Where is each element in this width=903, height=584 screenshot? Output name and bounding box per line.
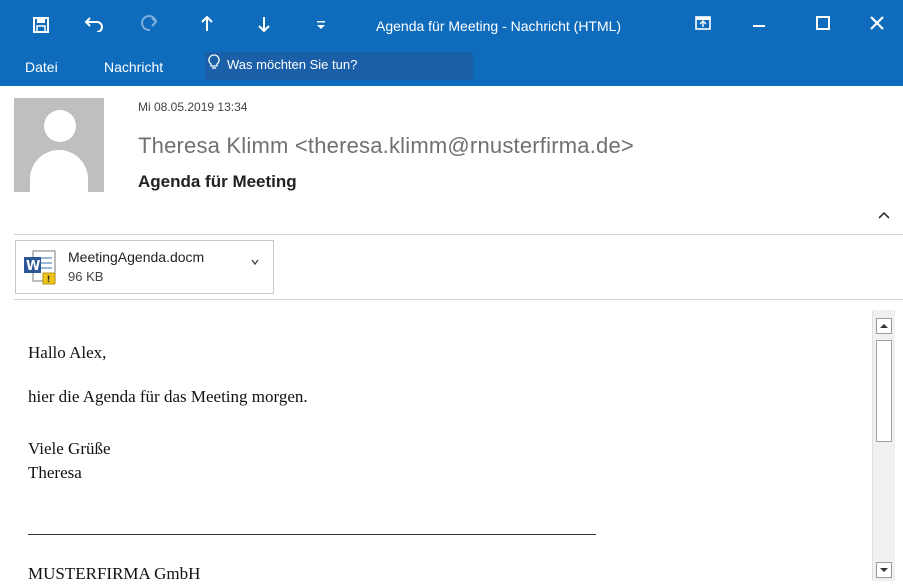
message-subject: Agenda für Meeting — [138, 172, 297, 191]
title-bar: Agenda für Meeting - Nachricht (HTML) — [0, 0, 903, 52]
body-scrollbar[interactable] — [872, 310, 895, 581]
collapse-header-icon[interactable] — [877, 207, 891, 225]
window-title: Agenda für Meeting - Nachricht (HTML) — [376, 18, 622, 34]
down-arrow-icon[interactable] — [253, 15, 275, 36]
maximize-icon[interactable] — [812, 14, 834, 35]
minimize-icon[interactable] — [748, 14, 770, 35]
svg-text:W: W — [26, 259, 40, 274]
undo-icon[interactable] — [83, 14, 105, 35]
body-company: MUSTERFIRMA GmbH — [28, 564, 201, 583]
scroll-up-button[interactable] — [876, 318, 892, 334]
avatar-head — [44, 110, 76, 142]
save-icon[interactable] — [30, 16, 52, 37]
sender-avatar — [14, 98, 104, 192]
signature-line — [28, 534, 596, 535]
tab-file[interactable]: Datei — [25, 59, 58, 75]
ribbon-tabs: Datei Nachricht Was möchten Sie tun? — [0, 52, 903, 86]
body-signature-name: Theresa — [28, 463, 82, 482]
word-document-icon: W ! — [24, 250, 56, 285]
redo-icon — [137, 14, 159, 35]
body-divider — [14, 299, 903, 300]
attachment-card[interactable]: W ! MeetingAgenda.docm 96 KB — [15, 240, 274, 294]
avatar-body — [30, 150, 88, 192]
scroll-down-button[interactable] — [876, 562, 892, 578]
message-date: Mi 08.05.2019 13:34 — [138, 100, 248, 114]
tell-me-placeholder: Was möchten Sie tun? — [227, 57, 358, 72]
body-closing: Viele Grüße — [28, 439, 111, 458]
customize-icon[interactable] — [310, 17, 332, 35]
restore-ribbon-icon[interactable] — [692, 15, 714, 34]
up-arrow-icon[interactable] — [196, 15, 218, 36]
tab-message[interactable]: Nachricht — [104, 59, 163, 75]
tell-me-search[interactable]: Was möchten Sie tun? — [205, 52, 473, 80]
close-icon[interactable] — [866, 14, 888, 35]
scroll-thumb[interactable] — [876, 340, 892, 442]
body-greeting: Hallo Alex, — [28, 343, 107, 362]
message-body[interactable] — [14, 309, 869, 581]
body-line: hier die Agenda für das Meeting morgen. — [28, 387, 308, 406]
attachment-name: MeetingAgenda.docm — [68, 249, 205, 265]
attachment-size: 96 KB — [68, 269, 104, 284]
attachment-dropdown-icon[interactable] — [250, 257, 260, 269]
lightbulb-icon — [208, 54, 220, 73]
message-sender[interactable]: Theresa Klimm <theresa.klimm@rnusterfirm… — [138, 133, 634, 159]
svg-text:!: ! — [47, 275, 51, 285]
header-divider — [14, 234, 903, 235]
